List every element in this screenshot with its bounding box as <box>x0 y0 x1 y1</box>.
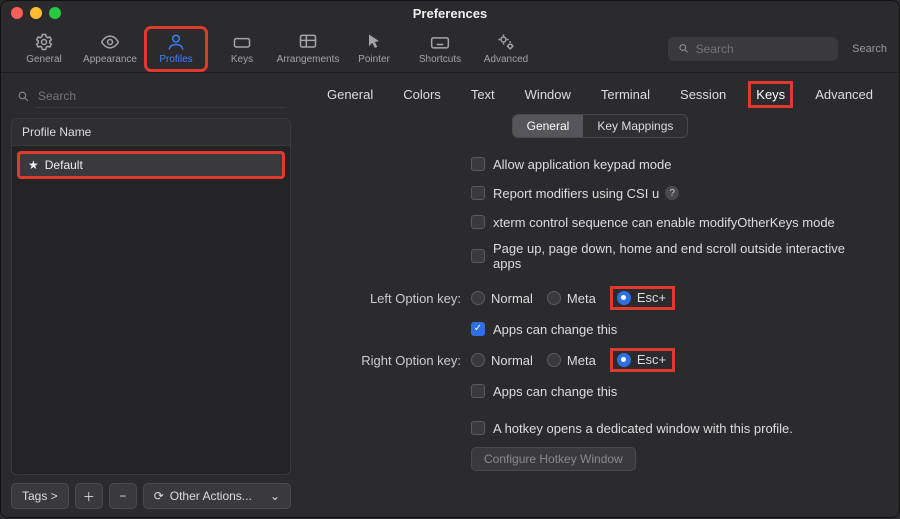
gears-icon <box>496 32 516 52</box>
chk-keypad-mode[interactable] <box>471 157 485 171</box>
pointer-icon <box>364 32 384 52</box>
chk-left-apps-label: Apps can change this <box>493 322 617 337</box>
chk-left-apps[interactable] <box>471 322 485 336</box>
chk-keypad-label: Allow application keypad mode <box>493 157 672 172</box>
tab-general[interactable]: General <box>323 85 377 104</box>
subtab-general[interactable]: General <box>513 115 584 137</box>
tab-window[interactable]: Window <box>521 85 575 104</box>
tab-advanced[interactable]: Advanced <box>811 85 877 104</box>
left-opt-normal[interactable]: Normal <box>471 291 533 306</box>
search-icon <box>678 42 689 55</box>
profile-header: Profile Name <box>12 119 290 146</box>
toolbar-keys[interactable]: Keys <box>211 27 273 71</box>
other-actions-dropdown[interactable]: ⟳ Other Actions... ⌄ <box>143 483 291 509</box>
subtab-keymappings[interactable]: Key Mappings <box>583 115 687 137</box>
chk-csi-u[interactable] <box>471 186 485 200</box>
profile-list: Profile Name ★ Default <box>11 118 291 475</box>
toolbar: General Appearance Profiles Keys Arrange… <box>1 25 899 73</box>
toolbar-search[interactable] <box>668 37 838 61</box>
chk-pageup-label: Page up, page down, home and end scroll … <box>493 241 869 271</box>
add-profile-button[interactable]: ＋ <box>75 483 103 509</box>
remove-profile-button[interactable]: − <box>109 483 137 509</box>
toolbar-label: Pointer <box>358 54 390 65</box>
right-opt-meta[interactable]: Meta <box>547 353 596 368</box>
grid-icon <box>298 32 318 52</box>
toolbar-pointer[interactable]: Pointer <box>343 27 405 71</box>
minus-icon: − <box>119 489 126 503</box>
tab-colors[interactable]: Colors <box>399 85 445 104</box>
loop-icon: ⟳ <box>154 489 164 503</box>
close-icon[interactable] <box>11 7 23 19</box>
toolbar-label: Profiles <box>159 54 192 65</box>
right-option-label: Right Option key: <box>331 353 471 368</box>
tab-terminal[interactable]: Terminal <box>597 85 654 104</box>
profile-icon <box>166 32 186 52</box>
chevron-down-icon: ⌄ <box>270 489 280 503</box>
toolbar-appearance[interactable]: Appearance <box>79 27 141 71</box>
keys-form: Allow application keypad mode Report mod… <box>321 148 879 471</box>
keyboard-icon <box>430 32 450 52</box>
left-option-label: Left Option key: <box>331 291 471 306</box>
keys-icon <box>232 32 252 52</box>
chk-hotkey[interactable] <box>471 421 485 435</box>
tags-button[interactable]: Tags > <box>11 483 69 509</box>
plus-icon: ＋ <box>83 488 95 505</box>
toolbar-label: Appearance <box>83 54 137 65</box>
star-icon: ★ <box>28 158 39 172</box>
keys-subtabs: General Key Mappings <box>321 114 879 138</box>
chk-xterm-label: xterm control sequence can enable modify… <box>493 215 835 230</box>
titlebar: Preferences <box>1 1 899 25</box>
toolbar-label: Advanced <box>484 54 528 65</box>
tab-session[interactable]: Session <box>676 85 730 104</box>
left-opt-meta[interactable]: Meta <box>547 291 596 306</box>
chk-hotkey-label: A hotkey opens a dedicated window with t… <box>493 421 793 436</box>
tab-text[interactable]: Text <box>467 85 499 104</box>
toolbar-general[interactable]: General <box>13 27 75 71</box>
tab-keys[interactable]: Keys <box>752 85 789 104</box>
window-controls <box>11 7 61 19</box>
toolbar-profiles[interactable]: Profiles <box>145 27 207 71</box>
right-opt-normal[interactable]: Normal <box>471 353 533 368</box>
toolbar-label: Arrangements <box>277 54 340 65</box>
sidebar: Profile Name ★ Default Tags > ＋ − ⟳ Other… <box>1 73 301 519</box>
chk-right-apps[interactable] <box>471 384 485 398</box>
chk-pageup[interactable] <box>471 249 485 263</box>
toolbar-advanced[interactable]: Advanced <box>475 27 537 71</box>
sidebar-search[interactable] <box>11 83 291 110</box>
main-panel: General Colors Text Window Terminal Sess… <box>301 73 899 519</box>
left-opt-esc[interactable]: Esc+ <box>610 286 675 310</box>
chk-right-apps-label: Apps can change this <box>493 384 617 399</box>
chk-csi-label: Report modifiers using CSI u <box>493 186 659 201</box>
toolbar-label: Shortcuts <box>419 54 461 65</box>
configure-hotkey-button[interactable]: Configure Hotkey Window <box>471 447 636 471</box>
profile-name: Default <box>45 158 83 172</box>
zoom-icon[interactable] <box>49 7 61 19</box>
toolbar-arrangements[interactable]: Arrangements <box>277 27 339 71</box>
search-label: Search <box>852 43 887 55</box>
profile-tabs: General Colors Text Window Terminal Sess… <box>321 85 879 104</box>
gear-icon <box>34 32 54 52</box>
help-icon[interactable]: ? <box>665 186 679 200</box>
search-icon <box>17 90 30 103</box>
profile-row-default[interactable]: ★ Default <box>18 152 284 178</box>
toolbar-label: General <box>26 54 62 65</box>
toolbar-shortcuts[interactable]: Shortcuts <box>409 27 471 71</box>
minimize-icon[interactable] <box>30 7 42 19</box>
chk-xterm[interactable] <box>471 215 485 229</box>
other-actions-label: Other Actions... <box>170 489 252 503</box>
eye-icon <box>100 32 120 52</box>
toolbar-label: Keys <box>231 54 253 65</box>
right-opt-esc[interactable]: Esc+ <box>610 348 675 372</box>
toolbar-search-input[interactable] <box>696 42 829 56</box>
window-title: Preferences <box>61 6 839 21</box>
sidebar-search-input[interactable] <box>36 85 285 108</box>
sidebar-footer: Tags > ＋ − ⟳ Other Actions... ⌄ <box>11 483 291 509</box>
